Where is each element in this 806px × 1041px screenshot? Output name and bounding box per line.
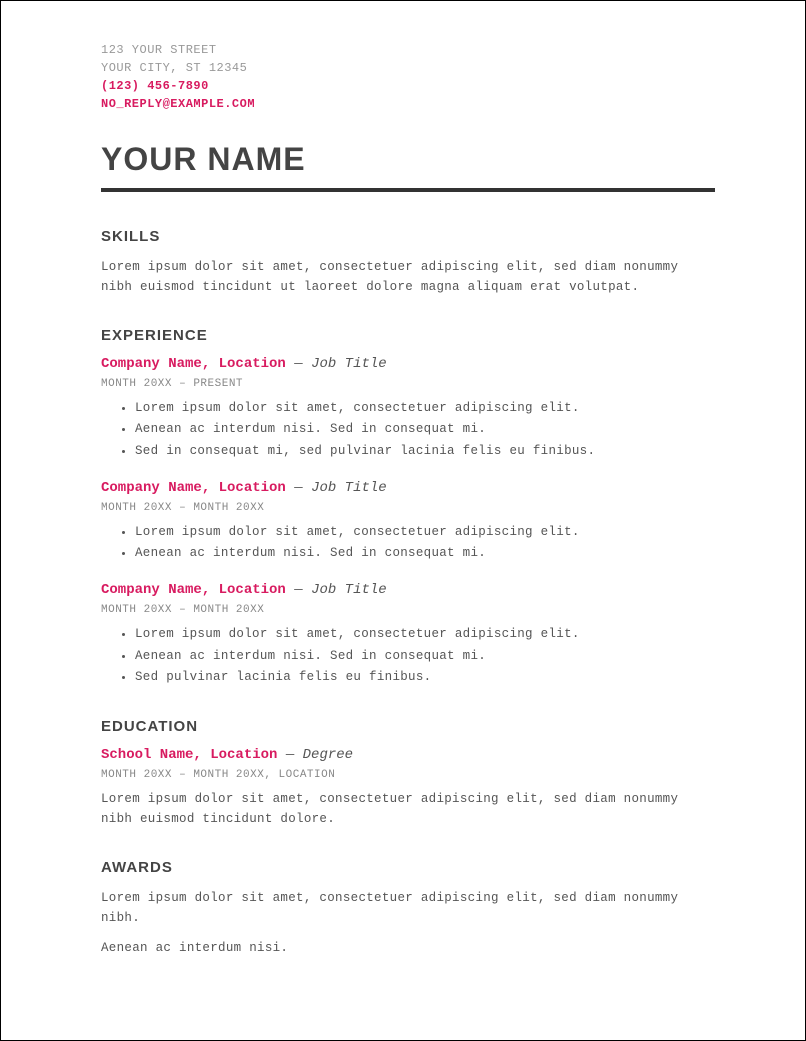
- experience-entry-heading: Company Name, Location — Job Title: [101, 582, 715, 598]
- education-entry-heading: School Name, Location — Degree: [101, 747, 715, 763]
- awards-paragraph: Aenean ac interdum nisi.: [101, 938, 715, 958]
- skills-heading: SKILLS: [101, 228, 715, 245]
- education-entry: School Name, Location — Degree MONTH 20X…: [101, 747, 715, 829]
- contact-phone: (123) 456-7890: [101, 77, 715, 95]
- experience-entry: Company Name, Location — Job Title MONTH…: [101, 582, 715, 688]
- experience-entry-heading: Company Name, Location — Job Title: [101, 356, 715, 372]
- experience-title: Job Title: [311, 582, 387, 598]
- entry-dash: —: [286, 747, 303, 763]
- entry-dash: —: [294, 582, 311, 598]
- skills-body: Lorem ipsum dolor sit amet, consectetuer…: [101, 257, 715, 297]
- bullet-item: Lorem ipsum dolor sit amet, consectetuer…: [135, 624, 715, 645]
- experience-title: Job Title: [311, 480, 387, 496]
- bullet-item: Lorem ipsum dolor sit amet, consectetuer…: [135, 398, 715, 419]
- experience-dates: MONTH 20XX – MONTH 20XX: [101, 502, 715, 514]
- contact-block: 123 YOUR STREET YOUR CITY, ST 12345 (123…: [101, 41, 715, 113]
- bullet-item: Lorem ipsum dolor sit amet, consectetuer…: [135, 522, 715, 543]
- resume-page: 123 YOUR STREET YOUR CITY, ST 12345 (123…: [0, 0, 806, 1041]
- bullet-item: Aenean ac interdum nisi. Sed in consequa…: [135, 646, 715, 667]
- bullet-item: Sed in consequat mi, sed pulvinar lacini…: [135, 441, 715, 462]
- experience-org: Company Name, Location: [101, 480, 286, 496]
- experience-entry: Company Name, Location — Job Title MONTH…: [101, 480, 715, 565]
- bullet-item: Aenean ac interdum nisi. Sed in consequa…: [135, 543, 715, 564]
- awards-body: Lorem ipsum dolor sit amet, consectetuer…: [101, 888, 715, 958]
- awards-heading: AWARDS: [101, 859, 715, 876]
- experience-entry-heading: Company Name, Location — Job Title: [101, 480, 715, 496]
- divider-rule: [101, 188, 715, 192]
- experience-bullets: Lorem ipsum dolor sit amet, consectetuer…: [101, 398, 715, 462]
- education-title: Degree: [303, 747, 353, 763]
- entry-dash: —: [294, 480, 311, 496]
- skills-section: SKILLS Lorem ipsum dolor sit amet, conse…: [101, 228, 715, 297]
- experience-org: Company Name, Location: [101, 356, 286, 372]
- awards-paragraph: Lorem ipsum dolor sit amet, consectetuer…: [101, 888, 715, 928]
- experience-bullets: Lorem ipsum dolor sit amet, consectetuer…: [101, 624, 715, 688]
- contact-city: YOUR CITY, ST 12345: [101, 59, 715, 77]
- contact-street: 123 YOUR STREET: [101, 41, 715, 59]
- experience-bullets: Lorem ipsum dolor sit amet, consectetuer…: [101, 522, 715, 565]
- experience-heading: EXPERIENCE: [101, 327, 715, 344]
- experience-dates: MONTH 20XX – PRESENT: [101, 378, 715, 390]
- applicant-name: YOUR NAME: [101, 141, 715, 178]
- bullet-item: Sed pulvinar lacinia felis eu finibus.: [135, 667, 715, 688]
- awards-section: AWARDS Lorem ipsum dolor sit amet, conse…: [101, 859, 715, 958]
- education-section: EDUCATION School Name, Location — Degree…: [101, 718, 715, 829]
- education-heading: EDUCATION: [101, 718, 715, 735]
- experience-title: Job Title: [311, 356, 387, 372]
- education-body: Lorem ipsum dolor sit amet, consectetuer…: [101, 789, 715, 829]
- experience-org: Company Name, Location: [101, 582, 286, 598]
- experience-section: EXPERIENCE Company Name, Location — Job …: [101, 327, 715, 688]
- contact-email: NO_REPLY@EXAMPLE.COM: [101, 95, 715, 113]
- education-dates: MONTH 20XX – MONTH 20XX, LOCATION: [101, 769, 715, 781]
- education-org: School Name, Location: [101, 747, 277, 763]
- entry-dash: —: [294, 356, 311, 372]
- experience-entry: Company Name, Location — Job Title MONTH…: [101, 356, 715, 462]
- bullet-item: Aenean ac interdum nisi. Sed in consequa…: [135, 419, 715, 440]
- experience-dates: MONTH 20XX – MONTH 20XX: [101, 604, 715, 616]
